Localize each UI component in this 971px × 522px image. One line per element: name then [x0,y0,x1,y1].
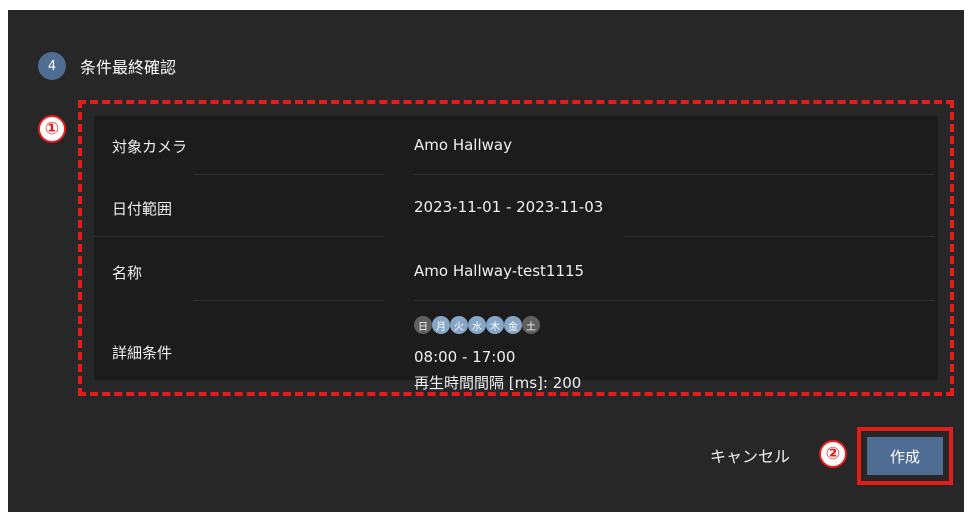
divider [194,300,384,301]
date-range-label: 日付範囲 [112,200,173,218]
weekday-chip: 月 [432,316,450,334]
weekday-chips: 日月火水木金土 [414,316,581,334]
cancel-button[interactable]: キャンセル [710,443,790,467]
annotation-marker-2: ② [819,440,847,468]
camera-value: Amo Hallway [414,136,512,154]
detail-row: 詳細条件 日月火水木金土 08:00 - 17:00 再生時間間隔 [ms]: … [94,316,938,396]
weekday-chip: 金 [504,316,522,334]
divider [194,174,384,175]
weekday-chip: 火 [450,316,468,334]
conditions-summary: 対象カメラ Amo Hallway 日付範囲 2023-11-01 - 2023… [94,116,938,392]
step-header: 4 条件最終確認 [38,46,176,86]
divider [414,300,934,301]
camera-label: 対象カメラ [112,138,188,156]
name-label: 名称 [112,264,143,282]
divider [624,236,934,237]
detail-value: 日月火水木金土 08:00 - 17:00 再生時間間隔 [ms]: 200 [414,316,581,393]
step-title: 条件最終確認 [80,58,177,77]
weekday-chip: 土 [522,316,540,334]
annotation-marker-1: ① [38,115,66,143]
playback-interval: 再生時間間隔 [ms]: 200 [414,374,582,392]
create-button[interactable]: 作成 [867,437,943,475]
divider [414,174,934,175]
detail-label: 詳細条件 [112,344,173,362]
weekday-chip: 日 [414,316,432,334]
step-number-badge: 4 [38,52,66,80]
conditions-summary-box: 対象カメラ Amo Hallway 日付範囲 2023-11-01 - 2023… [78,100,954,396]
date-range-value: 2023-11-01 - 2023-11-03 [414,198,604,216]
weekday-chip: 水 [468,316,486,334]
divider [94,236,384,237]
name-value: Amo Hallway-test1115 [414,262,585,280]
weekday-chip: 木 [486,316,504,334]
create-button-highlight: 作成 [857,427,953,485]
time-range: 08:00 - 17:00 [414,348,516,366]
